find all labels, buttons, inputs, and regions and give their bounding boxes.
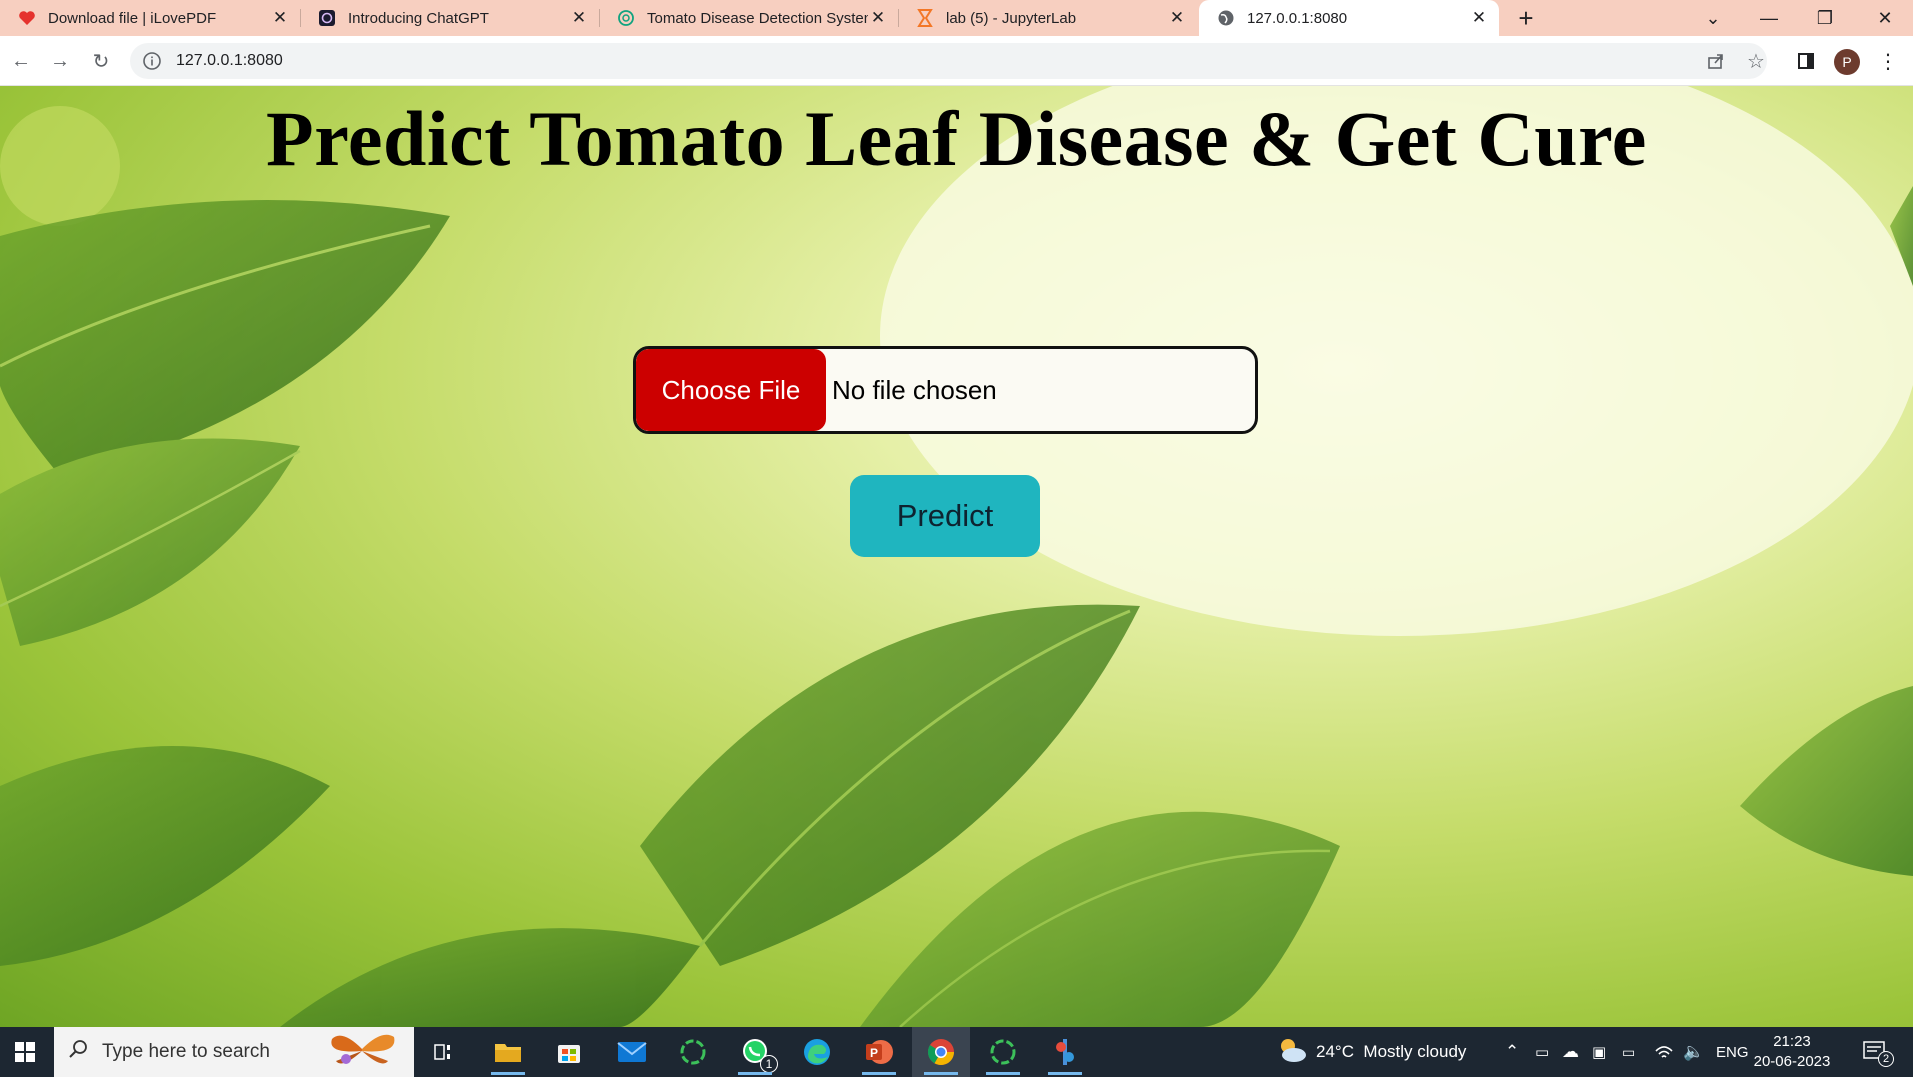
search-icon: [68, 1039, 88, 1065]
close-icon[interactable]: ✕: [1469, 8, 1489, 28]
file-status-text: No file chosen: [832, 374, 997, 405]
chatgpt-icon: [318, 9, 336, 27]
python-app-icon[interactable]: [1036, 1027, 1094, 1077]
tab-ilovepdf[interactable]: Download file | iLovePDF ✕: [0, 0, 300, 36]
share-icon[interactable]: [1700, 43, 1732, 79]
circle-app-icon[interactable]: [664, 1027, 722, 1077]
tab-jupyterlab[interactable]: lab (5) - JupyterLab ✕: [898, 0, 1197, 36]
close-icon[interactable]: ✕: [270, 8, 290, 28]
clock-date: 20-06-2023: [1753, 1053, 1831, 1070]
chrome-icon[interactable]: [912, 1027, 970, 1077]
windows-start-icon[interactable]: [0, 1027, 50, 1077]
address-bar[interactable]: 127.0.0.1:8080: [130, 43, 1767, 79]
clock-time: 21:23: [1773, 1033, 1811, 1050]
page-title: Predict Tomato Leaf Disease & Get Cure: [266, 95, 1647, 182]
tab-title: lab (5) - JupyterLab: [946, 9, 1077, 27]
restore-button[interactable]: ❐: [1797, 0, 1853, 36]
ilovepdf-heart-icon: [18, 9, 36, 27]
new-tab-button[interactable]: +: [1512, 4, 1540, 32]
close-icon[interactable]: ✕: [868, 8, 888, 28]
side-panel-icon[interactable]: [1790, 43, 1822, 79]
tab-tomato-detection[interactable]: Tomato Disease Detection System ✕: [599, 0, 898, 36]
forward-arrow-icon[interactable]: →: [44, 45, 76, 77]
mail-icon[interactable]: [603, 1027, 661, 1077]
site-info-icon[interactable]: [142, 51, 162, 71]
tab-search-chevron-icon[interactable]: ⌄: [1685, 0, 1741, 36]
profile-avatar[interactable]: P: [1834, 49, 1860, 75]
weather-widget[interactable]: 24°C Mostly cloudy: [1274, 1027, 1466, 1077]
cloudy-weather-icon: [1274, 1036, 1308, 1069]
whatsapp-icon[interactable]: 1: [726, 1027, 784, 1077]
file-explorer-icon[interactable]: [479, 1027, 537, 1077]
tab-title: Tomato Disease Detection System: [647, 9, 868, 27]
browser-toolbar: ← → ↻ 127.0.0.1:8080 ☆ P ⋮: [0, 36, 1913, 86]
choose-file-button[interactable]: Choose File: [636, 349, 826, 431]
search-placeholder: Type here to search: [102, 1041, 270, 1062]
file-input[interactable]: Choose File No file chosen: [633, 346, 1258, 434]
notification-center-icon[interactable]: 2: [1862, 1027, 1894, 1077]
tab-title: Download file | iLovePDF: [48, 9, 217, 27]
task-view-icon[interactable]: [414, 1027, 472, 1077]
menu-kebab-icon[interactable]: ⋮: [1872, 43, 1904, 79]
notification-count: 2: [1878, 1051, 1894, 1067]
microsoft-store-icon[interactable]: [540, 1027, 598, 1077]
predict-button[interactable]: Predict: [850, 475, 1040, 557]
bookmark-star-icon[interactable]: ☆: [1740, 43, 1772, 79]
close-window-button[interactable]: ✕: [1857, 0, 1913, 36]
jupyter-hourglass-icon: [916, 9, 934, 27]
circle-app-2-icon[interactable]: [974, 1027, 1032, 1077]
tab-chatgpt[interactable]: Introducing ChatGPT ✕: [300, 0, 599, 36]
onedrive-cloud-icon[interactable]: ☁: [1562, 1027, 1579, 1077]
clock[interactable]: 21:23 20-06-2023: [1752, 1032, 1832, 1072]
globe-icon: [1217, 9, 1235, 27]
tab-title: Introducing ChatGPT: [348, 9, 489, 27]
battery-icon[interactable]: ▭: [1622, 1027, 1635, 1077]
tab-localhost[interactable]: 127.0.0.1:8080 ✕: [1199, 0, 1499, 36]
openai-icon: [617, 9, 635, 27]
windows-taskbar: Type here to search 1 P 24°C Mostly clou…: [0, 1027, 1913, 1077]
minimize-button[interactable]: —: [1741, 0, 1797, 36]
butterfly-icon: [322, 1029, 402, 1075]
taskbar-search[interactable]: Type here to search: [54, 1027, 414, 1077]
reload-icon[interactable]: ↻: [85, 45, 117, 77]
edge-icon[interactable]: [788, 1027, 846, 1077]
volume-icon[interactable]: 🔈: [1683, 1027, 1704, 1077]
weather-text: 24°C Mostly cloudy: [1316, 1042, 1467, 1061]
language-indicator[interactable]: ENG: [1716, 1027, 1749, 1077]
whatsapp-badge: 1: [760, 1055, 778, 1073]
close-icon[interactable]: ✕: [1167, 8, 1187, 28]
powerpoint-icon[interactable]: P: [850, 1027, 908, 1077]
tab-strip: Download file | iLovePDF ✕ Introducing C…: [0, 0, 1913, 36]
show-hidden-icons-chevron-icon[interactable]: ⌃: [1505, 1027, 1519, 1077]
close-icon[interactable]: ✕: [569, 8, 589, 28]
meet-now-icon[interactable]: ▭: [1535, 1027, 1549, 1077]
security-icon[interactable]: ▣: [1592, 1027, 1606, 1077]
wifi-icon[interactable]: [1654, 1027, 1674, 1077]
tab-title: 127.0.0.1:8080: [1247, 9, 1348, 27]
svg-text:P: P: [870, 1046, 878, 1060]
page-viewport: Predict Tomato Leaf Disease & Get Cure C…: [0, 86, 1913, 1027]
url-text: 127.0.0.1:8080: [176, 52, 283, 69]
back-arrow-icon[interactable]: ←: [5, 45, 37, 77]
